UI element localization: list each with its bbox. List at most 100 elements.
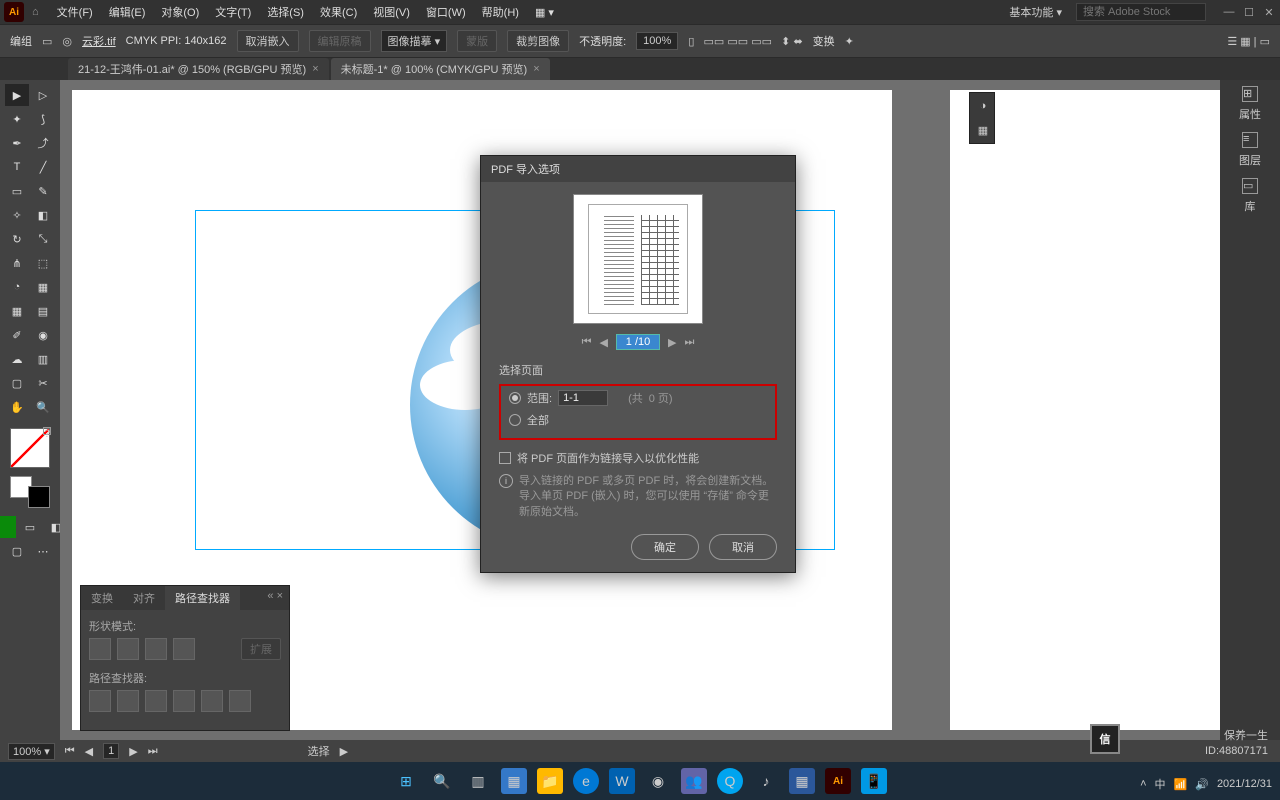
calc-icon[interactable]: ▦ bbox=[789, 768, 815, 794]
target-icon[interactable]: ◎ bbox=[62, 35, 72, 48]
system-tray[interactable]: ˄ 中 📶 🔊 2021/12/31 bbox=[1140, 776, 1272, 792]
arrange-icon[interactable]: ▦ ▾ bbox=[527, 6, 562, 19]
opacity-input[interactable]: 100% bbox=[636, 32, 678, 50]
image-trace-dropdown[interactable]: 图像描摹 ▾ bbox=[381, 30, 448, 52]
close-tab-icon[interactable]: × bbox=[312, 63, 318, 75]
maximize-icon[interactable]: ☐ bbox=[1242, 5, 1256, 19]
panel-close-icon[interactable]: « × bbox=[261, 586, 289, 610]
lasso-tool[interactable]: ⟆ bbox=[31, 108, 55, 130]
magic-wand-tool[interactable]: ✦ bbox=[5, 108, 29, 130]
zoom-tool[interactable]: 🔍 bbox=[31, 396, 55, 418]
linked-filename[interactable]: 云彩.tif bbox=[82, 33, 116, 49]
search-input[interactable] bbox=[1076, 3, 1206, 21]
symbol-sprayer-tool[interactable]: ☁ bbox=[5, 348, 29, 370]
artboard-tool[interactable]: ▢ bbox=[5, 372, 29, 394]
scale-tool[interactable]: ⤡ bbox=[31, 228, 55, 250]
last-artboard-icon[interactable]: ⏭ bbox=[148, 745, 158, 758]
blend-tool[interactable]: ◉ bbox=[31, 324, 55, 346]
draw-normal[interactable] bbox=[0, 516, 16, 538]
ime-label[interactable]: 中 bbox=[1155, 776, 1166, 792]
selection-tool[interactable]: ▶ bbox=[5, 84, 29, 106]
dock-layers[interactable]: ≡图层 bbox=[1239, 132, 1261, 168]
illustrator-icon[interactable]: Ai bbox=[825, 768, 851, 794]
rectangle-tool[interactable]: ▭ bbox=[5, 180, 29, 202]
menu-window[interactable]: 窗口(W) bbox=[418, 4, 474, 20]
pen-tool[interactable]: ✒ bbox=[5, 132, 29, 154]
fill-stroke-widget[interactable]: ? bbox=[10, 428, 50, 468]
link-icon[interactable]: ▭ bbox=[42, 35, 52, 48]
edit-toolbar[interactable]: ⋯ bbox=[31, 540, 55, 562]
hand-tool[interactable]: ✋ bbox=[5, 396, 29, 418]
unembed-button[interactable]: 取消嵌入 bbox=[237, 30, 299, 52]
crop-btn[interactable] bbox=[173, 690, 195, 712]
color-swatches[interactable] bbox=[10, 476, 50, 508]
shaper-tool[interactable]: ✧ bbox=[5, 204, 29, 226]
menu-effect[interactable]: 效果(C) bbox=[312, 4, 365, 20]
task-view-icon[interactable]: ▥ bbox=[465, 768, 491, 794]
word-icon[interactable]: W bbox=[609, 768, 635, 794]
eyedropper-tool[interactable]: ✐ bbox=[5, 324, 29, 346]
pathfinder-tab[interactable]: 路径查找器 bbox=[165, 586, 240, 610]
tray-up-icon[interactable]: ˄ bbox=[1140, 778, 1146, 790]
app-icon[interactable]: ♪ bbox=[753, 768, 779, 794]
qq-icon[interactable]: Q bbox=[717, 768, 743, 794]
mesh-tool[interactable]: ▦ bbox=[5, 300, 29, 322]
all-radio[interactable] bbox=[509, 414, 521, 426]
outline-btn[interactable] bbox=[201, 690, 223, 712]
next-page-icon[interactable]: ▶ bbox=[668, 336, 676, 349]
menu-edit[interactable]: 编辑(E) bbox=[101, 4, 154, 20]
chrome-icon[interactable]: ◉ bbox=[645, 768, 671, 794]
last-page-icon[interactable]: ⏭ bbox=[684, 336, 694, 349]
close-tab-icon[interactable]: × bbox=[533, 63, 539, 75]
phone-icon[interactable]: 📱 bbox=[861, 768, 887, 794]
unite-btn[interactable] bbox=[89, 638, 111, 660]
range-input[interactable] bbox=[558, 390, 608, 406]
dock-properties[interactable]: ⊞属性 bbox=[1239, 86, 1261, 122]
trim-btn[interactable] bbox=[117, 690, 139, 712]
color-panel-icon[interactable]: ◑ bbox=[972, 95, 994, 117]
menu-help[interactable]: 帮助(H) bbox=[474, 4, 527, 20]
gradient-tool[interactable]: ▤ bbox=[31, 300, 55, 322]
divide-btn[interactable] bbox=[89, 690, 111, 712]
start-icon[interactable]: ⊞ bbox=[393, 768, 419, 794]
menu-view[interactable]: 视图(V) bbox=[365, 4, 418, 20]
workspace-switcher[interactable]: 基本功能 ▾ bbox=[1003, 4, 1068, 20]
rotate-tool[interactable]: ↻ bbox=[5, 228, 29, 250]
minimize-icon[interactable]: — bbox=[1222, 5, 1236, 19]
cancel-button[interactable]: 取消 bbox=[709, 534, 777, 560]
home-icon[interactable]: ⌂ bbox=[32, 6, 39, 18]
curvature-tool[interactable]: ⤴ bbox=[31, 132, 55, 154]
edge-icon[interactable]: e bbox=[573, 768, 599, 794]
menu-type[interactable]: 文字(T) bbox=[207, 4, 259, 20]
first-artboard-icon[interactable]: ⏮ bbox=[65, 745, 75, 758]
shape-builder-tool[interactable]: ◔ bbox=[5, 276, 29, 298]
dock-libraries[interactable]: ▭库 bbox=[1242, 178, 1258, 214]
swatches-panel-icon[interactable]: ▦ bbox=[972, 119, 994, 141]
perspective-tool[interactable]: ▦ bbox=[31, 276, 55, 298]
free-transform-tool[interactable]: ⬚ bbox=[31, 252, 55, 274]
search-icon[interactable]: 🔍 bbox=[429, 768, 455, 794]
doc-tab-1[interactable]: 21-12-王鸿伟-01.ai* @ 150% (RGB/GPU 预览)× bbox=[68, 58, 329, 80]
slice-tool[interactable]: ✂ bbox=[31, 372, 55, 394]
volume-icon[interactable]: 🔊 bbox=[1195, 778, 1209, 791]
draw-behind[interactable]: ▭ bbox=[18, 516, 42, 538]
prev-artboard-icon[interactable]: ◀ bbox=[85, 745, 93, 758]
explorer-icon[interactable]: 📁 bbox=[537, 768, 563, 794]
graph-tool[interactable]: ▥ bbox=[31, 348, 55, 370]
intersect-btn[interactable] bbox=[145, 638, 167, 660]
range-radio[interactable] bbox=[509, 392, 521, 404]
align-controls[interactable]: ▯ ▭▭ ▭▭ ▭▭ ⬍ ⬌ bbox=[688, 35, 802, 48]
teams-icon[interactable]: 👥 bbox=[681, 768, 707, 794]
fx-icon[interactable]: ✦ bbox=[845, 35, 854, 48]
crop-button[interactable]: 裁剪图像 bbox=[507, 30, 569, 52]
paintbrush-tool[interactable]: ✎ bbox=[31, 180, 55, 202]
panel-toggles[interactable]: ☰ ▦ | ▭ bbox=[1227, 35, 1270, 48]
transform-link[interactable]: 变换 bbox=[813, 33, 835, 49]
menu-select[interactable]: 选择(S) bbox=[259, 4, 312, 20]
close-icon[interactable]: ✕ bbox=[1262, 5, 1276, 19]
widgets-icon[interactable]: ▦ bbox=[501, 768, 527, 794]
next-artboard-icon[interactable]: ▶ bbox=[129, 745, 137, 758]
menu-file[interactable]: 文件(F) bbox=[49, 4, 101, 20]
direct-selection-tool[interactable]: ▷ bbox=[31, 84, 55, 106]
menu-object[interactable]: 对象(O) bbox=[153, 4, 207, 20]
